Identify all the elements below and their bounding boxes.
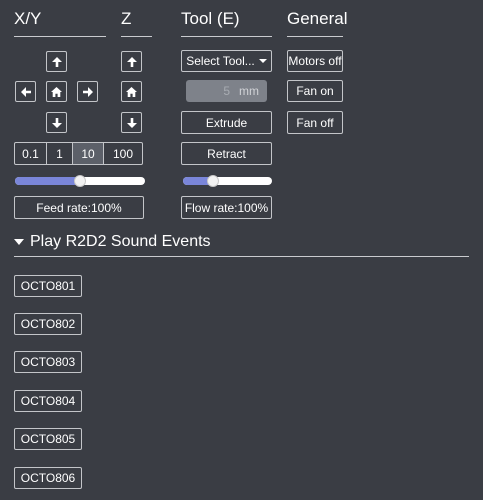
feed-rate-button[interactable]: Feed rate:100% bbox=[14, 196, 144, 219]
tool-heading: Tool (E) bbox=[181, 9, 272, 37]
z-heading: Z bbox=[121, 9, 152, 37]
arrow-up-icon bbox=[126, 56, 137, 67]
sound-button-octo805[interactable]: OCTO805 bbox=[14, 428, 82, 450]
flow-rate-handle[interactable] bbox=[207, 175, 220, 187]
arrow-up-icon bbox=[51, 56, 62, 67]
feed-rate-handle[interactable] bbox=[74, 175, 86, 187]
fan-on-button[interactable]: Fan on bbox=[287, 80, 343, 102]
jog-y-minus-button[interactable] bbox=[46, 112, 67, 133]
arrow-down-icon bbox=[126, 117, 137, 128]
arrow-down-icon bbox=[51, 117, 62, 128]
flow-rate-track bbox=[183, 177, 272, 185]
select-tool-label: Select Tool... bbox=[186, 54, 255, 68]
jog-x-minus-button[interactable] bbox=[15, 81, 36, 102]
home-xy-button[interactable] bbox=[46, 81, 67, 102]
sound-button-octo804[interactable]: OCTO804 bbox=[14, 390, 82, 412]
sound-button-octo806[interactable]: OCTO806 bbox=[14, 467, 82, 489]
select-tool-dropdown[interactable]: Select Tool... bbox=[181, 50, 272, 72]
arrow-right-icon bbox=[82, 86, 93, 97]
jog-y-plus-button[interactable] bbox=[46, 51, 67, 72]
feed-rate-fill bbox=[15, 177, 80, 185]
home-icon bbox=[51, 86, 62, 97]
sound-events-title: Play R2D2 Sound Events bbox=[30, 233, 211, 250]
step-option-10[interactable]: 10 bbox=[72, 142, 104, 165]
extrude-unit-label: mm bbox=[239, 84, 259, 98]
step-option-100[interactable]: 100 bbox=[103, 142, 143, 165]
feed-rate-slider[interactable] bbox=[15, 172, 145, 190]
general-heading: General bbox=[287, 9, 347, 37]
caret-down-icon bbox=[14, 239, 24, 245]
sound-button-octo802[interactable]: OCTO802 bbox=[14, 313, 82, 335]
arrow-left-icon bbox=[20, 86, 31, 97]
flow-rate-button[interactable]: Flow rate:100% bbox=[181, 196, 272, 219]
flow-rate-slider[interactable] bbox=[183, 172, 272, 190]
extrude-amount-value[interactable]: 5 bbox=[223, 84, 230, 98]
chevron-down-icon bbox=[258, 59, 267, 63]
home-z-button[interactable] bbox=[121, 81, 142, 102]
fan-off-button[interactable]: Fan off bbox=[287, 111, 343, 134]
motors-off-button[interactable]: Motors off bbox=[287, 50, 343, 72]
jog-x-plus-button[interactable] bbox=[77, 81, 98, 102]
step-option-1[interactable]: 1 bbox=[46, 142, 73, 165]
retract-button[interactable]: Retract bbox=[181, 142, 272, 165]
step-size-group: 0.1 1 10 100 bbox=[14, 142, 143, 165]
extrude-amount-field[interactable]: 5 mm bbox=[186, 80, 267, 102]
jog-z-plus-button[interactable] bbox=[121, 51, 142, 72]
sound-button-octo801[interactable]: OCTO801 bbox=[14, 275, 82, 297]
sound-events-toggle[interactable]: Play R2D2 Sound Events bbox=[14, 233, 469, 257]
jog-z-minus-button[interactable] bbox=[121, 112, 142, 133]
home-icon bbox=[126, 86, 137, 97]
xy-heading: X/Y bbox=[14, 9, 106, 37]
sound-button-octo803[interactable]: OCTO803 bbox=[14, 351, 82, 373]
extrude-button[interactable]: Extrude bbox=[181, 111, 272, 134]
step-option-0-1[interactable]: 0.1 bbox=[14, 142, 47, 165]
